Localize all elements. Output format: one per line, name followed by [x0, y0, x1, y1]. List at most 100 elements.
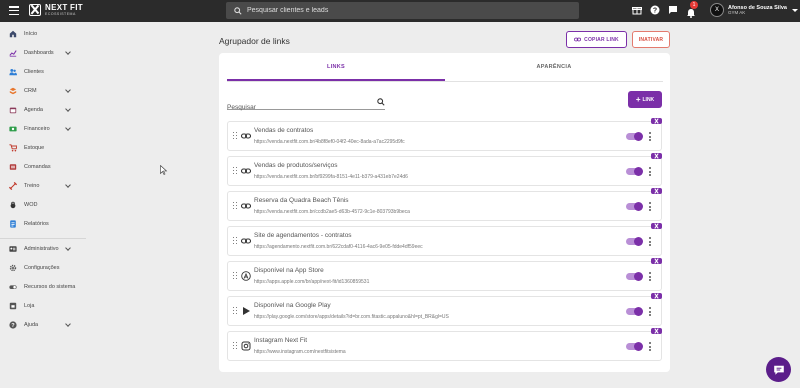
link-row[interactable]: Instagram Next Fit https://www.instagram.…: [227, 328, 662, 361]
link-url[interactable]: https://www.instagram.com/nextfitsistema: [254, 349, 346, 355]
chat-icon[interactable]: [668, 5, 678, 15]
global-search-input[interactable]: [247, 7, 547, 14]
drag-handle-icon[interactable]: [233, 272, 237, 280]
link-row[interactable]: Disponível na Google Play https://play.go…: [227, 293, 662, 326]
sidebar-item-agenda[interactable]: Agenda: [0, 102, 86, 118]
mouse-cursor-icon: [160, 165, 168, 175]
link-title: Site de agendamentos - contratos: [254, 232, 352, 239]
link-row[interactable]: Vendas de contratos https://venda.nextfit…: [227, 118, 662, 151]
more-options-icon[interactable]: [649, 272, 652, 282]
menu-icon[interactable]: [9, 6, 19, 15]
sidebar-item-configuracoes[interactable]: Configurações: [0, 260, 86, 276]
more-options-icon[interactable]: [649, 307, 652, 317]
gear-icon: [9, 264, 17, 272]
sidebar-item-label: Configurações: [24, 265, 60, 271]
cart-icon: [9, 144, 17, 152]
inactivate-button[interactable]: INATIVAR: [632, 31, 670, 48]
link-enabled-toggle[interactable]: [626, 237, 643, 246]
sidebar-item-crm[interactable]: CRM: [0, 83, 86, 99]
caret-down-icon: [791, 8, 798, 12]
sidebar-item-relatorios[interactable]: Relatórios: [0, 216, 86, 232]
tab-appearance[interactable]: APARÊNCIA: [504, 64, 604, 70]
link-enabled-toggle[interactable]: [626, 132, 643, 141]
drag-handle-icon[interactable]: [233, 202, 237, 210]
more-options-icon[interactable]: [649, 342, 652, 352]
sidebar: Início Dashboards Clientes CRM Agenda Fi…: [0, 22, 86, 388]
copy-link-button[interactable]: COPIAR LINK: [566, 31, 627, 48]
people-icon: [9, 68, 17, 76]
support-chat-button[interactable]: [766, 357, 791, 382]
link-title: Disponível na Google Play: [254, 302, 331, 309]
link-enabled-toggle[interactable]: [626, 202, 643, 211]
calendar-icon: [9, 107, 17, 114]
add-link-button[interactable]: + LINK: [628, 91, 662, 108]
more-options-icon[interactable]: [649, 237, 652, 247]
sidebar-item-label: Estoque: [24, 145, 45, 151]
sidebar-item-label: Recursos do sistema: [24, 284, 76, 290]
notifications-button[interactable]: 1: [686, 1, 698, 18]
global-search[interactable]: [226, 2, 579, 19]
chevron-down-icon: [65, 125, 71, 131]
link-enabled-toggle[interactable]: [626, 307, 643, 316]
logo[interactable]: NEXT FIT ECOSSISTEMA: [29, 4, 83, 17]
sidebar-item-loja[interactable]: Loja: [0, 298, 86, 314]
crm-icon: [9, 87, 17, 95]
link-enabled-toggle[interactable]: [626, 272, 643, 281]
drag-handle-icon[interactable]: [233, 342, 237, 350]
gift-icon[interactable]: [632, 5, 642, 15]
svg-text:?: ?: [653, 8, 657, 15]
chart-icon: [9, 50, 17, 57]
chevron-down-icon: [65, 321, 71, 327]
link-url[interactable]: https://apps.apple.com/br/app/next-fit/i…: [254, 279, 369, 285]
sidebar-item-treino[interactable]: Treino: [0, 178, 86, 194]
sidebar-item-estoque[interactable]: Estoque: [0, 140, 86, 156]
sidebar-item-label: Loja: [24, 303, 35, 309]
more-options-icon[interactable]: [649, 202, 652, 212]
plus-icon: +: [635, 94, 641, 104]
sidebar-item-label: Agenda: [24, 107, 43, 113]
links-search[interactable]: [227, 96, 385, 111]
money-icon: [9, 126, 17, 132]
drag-handle-icon[interactable]: [233, 237, 237, 245]
link-url[interactable]: https://venda.nextfit.com.br/ccdb2ae5-d6…: [254, 209, 410, 215]
link-title: Instagram Next Fit: [254, 337, 308, 344]
chevron-down-icon: [65, 49, 71, 55]
user-menu[interactable]: X Afonso de Souza Silva GYM AK: [710, 3, 798, 17]
tab-links[interactable]: LINKS: [286, 64, 386, 70]
link-url[interactable]: https://agendamento.nextfit.com.br/622cd…: [254, 244, 423, 250]
link-row[interactable]: Disponível na App Store https://apps.appl…: [227, 258, 662, 291]
sidebar-item-administrativo[interactable]: Administrativo: [0, 241, 86, 257]
sidebar-item-inicio[interactable]: Início: [0, 26, 86, 42]
sidebar-item-financeiro[interactable]: Financeiro: [0, 121, 86, 137]
sidebar-item-label: Comandas: [24, 164, 51, 170]
search-icon: [234, 6, 242, 15]
logo-subtitle: ECOSSISTEMA: [45, 12, 76, 16]
nextfit-badge-icon: [651, 188, 662, 194]
links-search-input[interactable]: [227, 104, 367, 111]
sidebar-item-ajuda[interactable]: ? Ajuda: [0, 317, 86, 333]
more-options-icon[interactable]: [649, 132, 652, 142]
link-row[interactable]: Vendas de produtos/serviços https://venda…: [227, 153, 662, 186]
sidebar-item-recursos[interactable]: Recursos do sistema: [0, 279, 86, 295]
drag-handle-icon[interactable]: [233, 132, 237, 140]
link-url[interactable]: https://venda.nextfit.com.br/bf9299fa-81…: [254, 174, 408, 180]
more-options-icon[interactable]: [649, 167, 652, 177]
sidebar-divider: [0, 238, 86, 239]
link-url[interactable]: https://play.google.com/store/apps/detai…: [254, 314, 449, 320]
sidebar-item-label: Início: [24, 31, 38, 37]
drag-handle-icon[interactable]: [233, 167, 237, 175]
sidebar-item-comandas[interactable]: Comandas: [0, 159, 86, 175]
link-url[interactable]: https://venda.nextfit.com.br/4b8f8ef0-04…: [254, 139, 405, 145]
sidebar-item-wod[interactable]: WOD: [0, 197, 86, 213]
sidebar-item-dashboards[interactable]: Dashboards: [0, 45, 86, 61]
sidebar-item-label: Treino: [24, 183, 40, 189]
link-enabled-toggle[interactable]: [626, 167, 643, 176]
link-enabled-toggle[interactable]: [626, 342, 643, 351]
drag-handle-icon[interactable]: [233, 307, 237, 315]
link-row[interactable]: Site de agendamentos - contratos https://…: [227, 223, 662, 256]
link-row[interactable]: Reserva da Quadra Beach Tênis https://ven…: [227, 188, 662, 221]
search-icon[interactable]: [377, 98, 385, 106]
sidebar-item-clientes[interactable]: Clientes: [0, 64, 86, 80]
page-title: Agrupador de links: [219, 36, 290, 46]
help-icon[interactable]: ?: [650, 5, 660, 15]
